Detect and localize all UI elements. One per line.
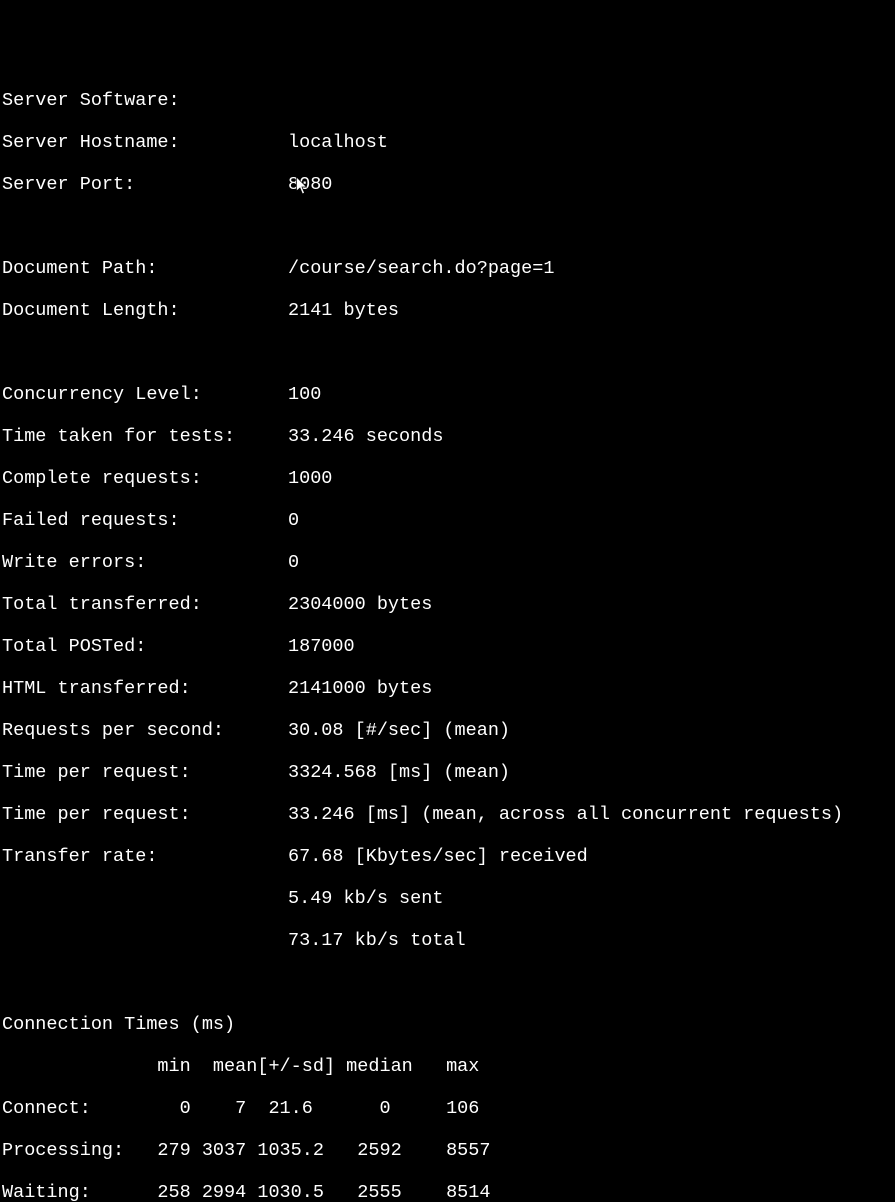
total-posted-label: Total POSTed: [2,636,288,657]
rps-label: Requests per second: [2,720,288,741]
server-hostname-line: Server Hostname:localhost [2,132,895,153]
total-transferred-line: Total transferred:2304000 bytes [2,594,895,615]
document-path-value: /course/search.do?page=1 [288,258,554,279]
tpr1-value: 3324.568 [ms] (mean) [288,762,510,783]
connection-times-header: min mean[+/-sd] median max [2,1056,895,1077]
transfer-total-line: 73.17 kb/s total [2,930,895,951]
server-port-value: 8080 [288,174,332,195]
connection-times-title: Connection Times (ms) [2,1014,895,1035]
document-path-line: Document Path:/course/search.do?page=1 [2,258,895,279]
document-length-label: Document Length: [2,300,288,321]
failed-label: Failed requests: [2,510,288,531]
rps-line: Requests per second:30.08 [#/sec] (mean) [2,720,895,741]
concurrency-label: Concurrency Level: [2,384,288,405]
total-transferred-label: Total transferred: [2,594,288,615]
waiting-row: Waiting: 258 2994 1030.5 2555 8514 [2,1182,895,1202]
server-hostname-value: localhost [288,132,388,153]
rps-value: 30.08 [#/sec] (mean) [288,720,510,741]
total-transferred-value: 2304000 bytes [288,594,432,615]
failed-line: Failed requests:0 [2,510,895,531]
html-transferred-value: 2141000 bytes [288,678,432,699]
transfer-value: 67.68 [Kbytes/sec] received [288,846,588,867]
html-transferred-line: HTML transferred:2141000 bytes [2,678,895,699]
blank-1 [2,216,895,237]
tpr2-value: 33.246 [ms] (mean, across all concurrent… [288,804,843,825]
tpr2-label: Time per request: [2,804,288,825]
tpr1-line: Time per request:3324.568 [ms] (mean) [2,762,895,783]
total-posted-value: 187000 [288,636,355,657]
complete-value: 1000 [288,468,332,489]
blank-3 [2,972,895,993]
complete-line: Complete requests:1000 [2,468,895,489]
transfer-sent-spacer [2,888,288,909]
write-errors-value: 0 [288,552,299,573]
server-software-line: Server Software: [2,90,895,111]
transfer-sent-value: 5.49 kb/s sent [288,888,443,909]
failed-value: 0 [288,510,299,531]
total-posted-line: Total POSTed:187000 [2,636,895,657]
concurrency-value: 100 [288,384,321,405]
concurrency-line: Concurrency Level:100 [2,384,895,405]
server-software-label: Server Software: [2,90,288,111]
write-errors-line: Write errors:0 [2,552,895,573]
html-transferred-label: HTML transferred: [2,678,288,699]
tpr1-label: Time per request: [2,762,288,783]
transfer-line: Transfer rate:67.68 [Kbytes/sec] receive… [2,846,895,867]
complete-label: Complete requests: [2,468,288,489]
tpr2-line: Time per request:33.246 [ms] (mean, acro… [2,804,895,825]
document-length-line: Document Length:2141 bytes [2,300,895,321]
document-length-value: 2141 bytes [288,300,399,321]
transfer-total-spacer [2,930,288,951]
blank-2 [2,342,895,363]
processing-row: Processing: 279 3037 1035.2 2592 8557 [2,1140,895,1161]
server-hostname-label: Server Hostname: [2,132,288,153]
transfer-total-value: 73.17 kb/s total [288,930,466,951]
transfer-sent-line: 5.49 kb/s sent [2,888,895,909]
server-port-label: Server Port: [2,174,288,195]
write-errors-label: Write errors: [2,552,288,573]
time-taken-label: Time taken for tests: [2,426,288,447]
document-path-label: Document Path: [2,258,288,279]
time-taken-value: 33.246 seconds [288,426,443,447]
server-port-line: Server Port:8080 [2,174,895,195]
time-taken-line: Time taken for tests:33.246 seconds [2,426,895,447]
transfer-label: Transfer rate: [2,846,288,867]
connect-row: Connect: 0 7 21.6 0 106 [2,1098,895,1119]
